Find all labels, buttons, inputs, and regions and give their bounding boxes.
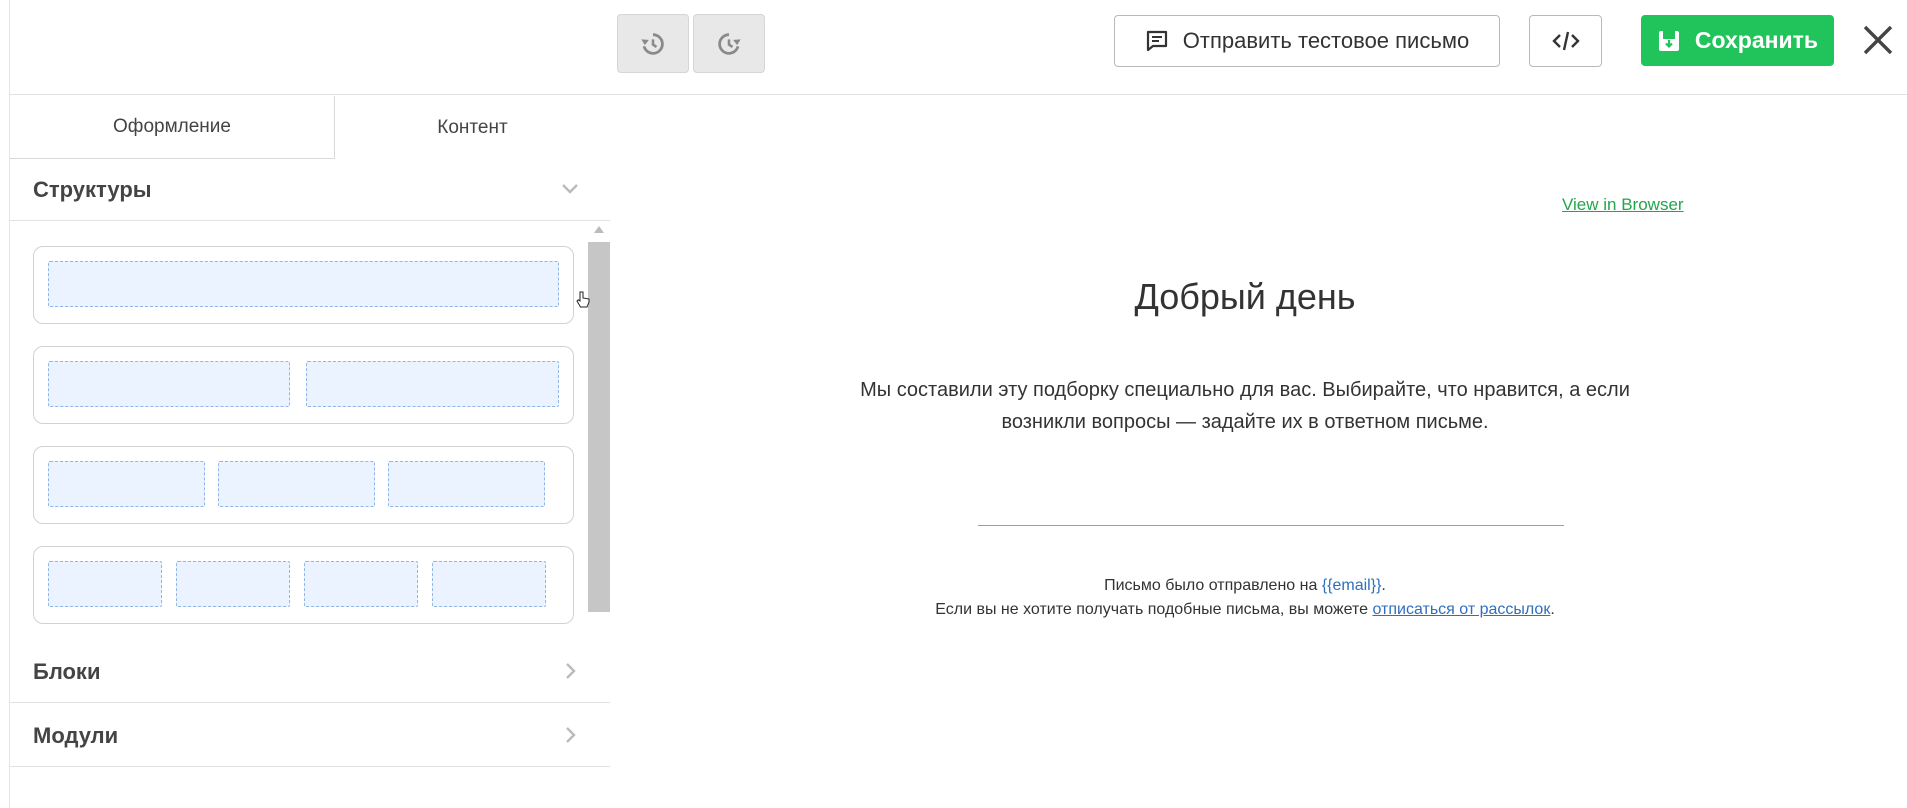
save-icon <box>1658 30 1679 51</box>
send-test-email-label: Отправить тестовое письмо <box>1182 28 1470 53</box>
html-code-button[interactable] <box>1529 15 1602 67</box>
footer-unsubscribe-line: Если вы не хотите получать подобные пись… <box>610 598 1880 622</box>
footer-unsub-prefix: Если вы не хотите получать подобные пись… <box>935 601 1373 618</box>
email-divider[interactable] <box>978 525 1564 526</box>
structures-list <box>33 246 574 631</box>
unsubscribe-link[interactable]: отписаться от рассылок <box>1372 601 1550 618</box>
email-greeting[interactable]: Добрый день <box>610 276 1880 318</box>
editor-sidebar: Оформление Контент Структуры Блоки Модул… <box>10 96 610 808</box>
structures-scrollbar[interactable] <box>588 226 610 616</box>
history-forward-icon <box>718 32 741 55</box>
save-button[interactable]: Сохранить <box>1641 15 1834 66</box>
scroll-up-icon[interactable] <box>594 226 604 233</box>
structure-cell <box>48 561 162 607</box>
sidebar-tabs: Оформление Контент <box>10 96 610 159</box>
section-modules-label: Модули <box>33 722 119 748</box>
tab-design-label: Оформление <box>113 116 231 137</box>
structure-2-columns[interactable] <box>33 346 574 424</box>
window-edge <box>0 0 10 808</box>
structure-4-columns[interactable] <box>33 546 574 624</box>
footer-sent-line: Письмо было отправлено на {{email}}. <box>610 574 1880 598</box>
undo-button[interactable] <box>617 14 689 73</box>
editor-toolbar: Отправить тестовое письмо Сохранить <box>10 0 1907 95</box>
email-preview: View in Browser Добрый день Мы составили… <box>610 96 1907 808</box>
chevron-right-icon[interactable] <box>560 725 580 745</box>
email-footer[interactable]: Письмо было отправлено на {{email}}. Есл… <box>610 574 1880 622</box>
footer-sent-prefix: Письмо было отправлено на <box>1104 577 1322 594</box>
structure-1-column[interactable] <box>33 246 574 324</box>
code-icon <box>1551 31 1580 51</box>
send-test-email-button[interactable]: Отправить тестовое письмо <box>1114 15 1500 67</box>
structure-cell <box>306 361 559 407</box>
close-editor-button[interactable] <box>1858 20 1898 60</box>
section-blocks-label: Блоки <box>33 658 101 684</box>
tab-content-label: Контент <box>437 116 508 138</box>
section-structures-label: Структуры <box>33 176 152 202</box>
section-blocks-header[interactable]: Блоки <box>10 641 610 703</box>
email-lead-text[interactable]: Мы составили эту подборку специально для… <box>610 374 1880 438</box>
structure-cell <box>48 461 205 507</box>
structure-cell <box>48 261 559 307</box>
structure-cell <box>304 561 418 607</box>
save-label: Сохранить <box>1694 27 1819 53</box>
close-icon <box>1863 25 1893 55</box>
redo-button[interactable] <box>693 14 765 73</box>
email-lead-line-1: Мы составили эту подборку специально для… <box>860 379 1630 401</box>
section-modules-header[interactable]: Модули <box>10 705 610 767</box>
scroll-thumb[interactable] <box>588 242 610 612</box>
history-back-icon <box>641 32 664 55</box>
structure-cell <box>48 361 290 407</box>
structure-cell <box>176 561 290 607</box>
email-lead-line-2: возникли вопросы — задайте их в ответном… <box>1001 411 1489 433</box>
tab-content[interactable]: Контент <box>335 96 610 159</box>
footer-email-link[interactable]: {{email}} <box>1322 577 1382 594</box>
message-icon <box>1146 30 1167 52</box>
structure-cell <box>432 561 546 607</box>
tab-design[interactable]: Оформление <box>10 96 335 159</box>
chevron-right-icon[interactable] <box>560 661 580 681</box>
structure-cell <box>388 461 545 507</box>
mouse-pointer-icon <box>576 291 590 308</box>
structure-cell <box>218 461 375 507</box>
footer-unsub-suffix: . <box>1550 601 1555 618</box>
footer-sent-suffix: . <box>1381 577 1386 594</box>
structure-3-columns[interactable] <box>33 446 574 524</box>
view-in-browser-link[interactable]: View in Browser <box>1562 195 1684 215</box>
section-structures-header[interactable]: Структуры <box>10 159 610 221</box>
chevron-down-icon[interactable] <box>560 179 580 199</box>
